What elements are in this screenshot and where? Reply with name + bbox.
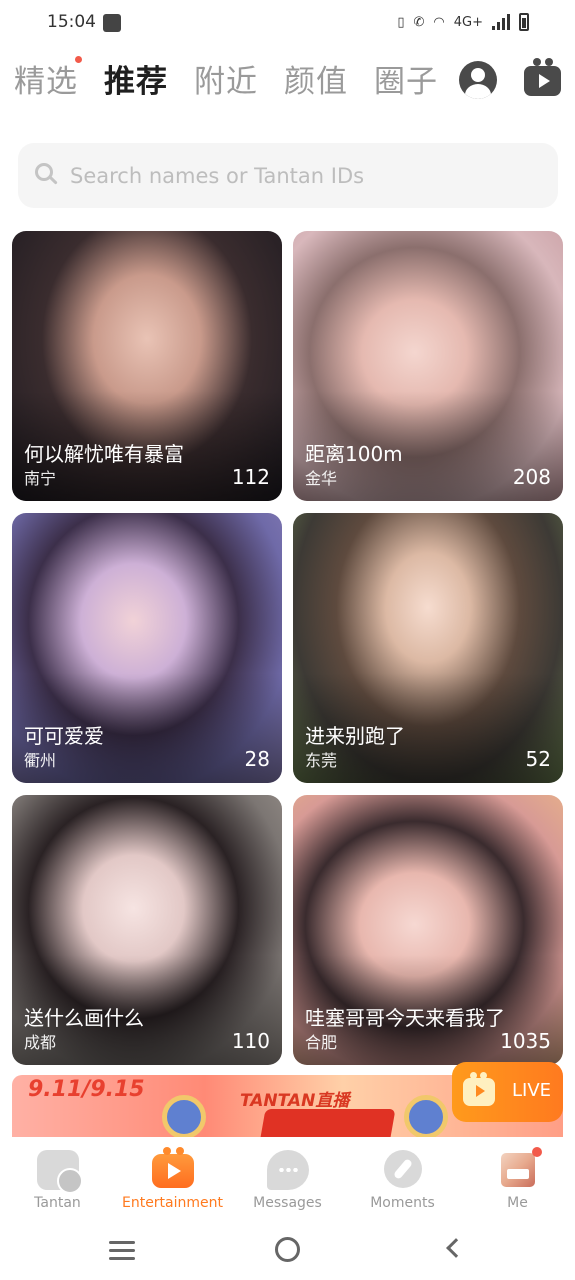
card-title: 进来别跑了 bbox=[305, 724, 405, 748]
card-viewer-count: 112 bbox=[231, 465, 270, 489]
live-card[interactable]: 何以解忧唯有暴富 南宁 112 bbox=[12, 231, 282, 501]
back-icon[interactable] bbox=[446, 1238, 466, 1258]
nav-me[interactable]: Me bbox=[460, 1137, 575, 1219]
card-title: 距离100m bbox=[305, 442, 403, 466]
banner-title-graphic bbox=[258, 1109, 396, 1137]
card-viewer-count: 110 bbox=[231, 1029, 270, 1053]
status-icons: ▯ ✆ ◠ 4G+ bbox=[397, 13, 529, 31]
me-notification-dot bbox=[532, 1147, 542, 1157]
card-viewer-count: 208 bbox=[512, 465, 551, 489]
card-viewer-count: 1035 bbox=[500, 1029, 551, 1053]
live-tv-icon bbox=[463, 1072, 495, 1106]
tab-featured-label: 精选 bbox=[14, 63, 78, 100]
card-viewer-count: 28 bbox=[244, 747, 270, 771]
search-icon bbox=[35, 163, 58, 185]
tab-recommended[interactable]: 推荐 bbox=[104, 56, 168, 101]
tab-looks[interactable]: 颜值 bbox=[284, 56, 348, 101]
tab-nearby-label: 附近 bbox=[194, 63, 258, 100]
banner-text: TANTAN直播 bbox=[240, 1091, 350, 1111]
battery-icon bbox=[519, 13, 529, 31]
messages-icon bbox=[267, 1150, 309, 1190]
nav-entertainment[interactable]: Entertainment bbox=[115, 1137, 230, 1219]
live-card[interactable]: 送什么画什么 成都 110 bbox=[12, 795, 282, 1065]
live-card[interactable]: 哇塞哥哥今天来看我了 合肥 1035 bbox=[293, 795, 563, 1065]
signal-icon bbox=[492, 14, 510, 30]
live-card[interactable]: 可可爱爱 衢州 28 bbox=[12, 513, 282, 783]
vibrate-icon: ▯ bbox=[397, 14, 405, 30]
card-title: 可可爱爱 bbox=[24, 724, 104, 748]
status-bar: 15:04 ▯ ✆ ◠ 4G+ bbox=[0, 0, 575, 48]
nav-messages[interactable]: Messages bbox=[230, 1137, 345, 1219]
speaker-icon bbox=[404, 1095, 448, 1137]
me-avatar-icon bbox=[501, 1153, 535, 1187]
nav-me-label: Me bbox=[507, 1195, 528, 1211]
tab-featured-dot bbox=[75, 55, 82, 63]
moments-icon bbox=[384, 1150, 422, 1188]
tab-nearby[interactable]: 附近 bbox=[194, 56, 258, 101]
home-icon[interactable] bbox=[275, 1237, 300, 1262]
card-title: 哇塞哥哥今天来看我了 bbox=[305, 1006, 505, 1030]
search-input[interactable] bbox=[70, 143, 540, 208]
call-wifi-icon: ✆ bbox=[413, 14, 425, 30]
card-title: 何以解忧唯有暴富 bbox=[24, 442, 184, 466]
banner-date: 9.11/9.15 bbox=[28, 1077, 145, 1102]
nav-entertainment-label: Entertainment bbox=[121, 1195, 224, 1211]
card-city: 南宁 bbox=[24, 469, 57, 488]
system-nav-bar bbox=[0, 1219, 575, 1280]
nav-messages-label: Messages bbox=[253, 1195, 322, 1211]
search-bar[interactable] bbox=[18, 143, 558, 208]
top-tabs: 精选 推荐 附近 颜值 圈子 bbox=[14, 55, 438, 101]
live-card[interactable]: 距离100m 金华 208 bbox=[293, 231, 563, 501]
card-city: 成都 bbox=[24, 1033, 57, 1052]
nav-moments-label: Moments bbox=[370, 1195, 435, 1211]
tab-circles[interactable]: 圈子 bbox=[374, 56, 438, 101]
tab-recommended-label: 推荐 bbox=[104, 63, 168, 100]
tab-circles-label: 圈子 bbox=[374, 63, 438, 100]
wifi-icon: ◠ bbox=[433, 14, 445, 30]
speaker-icon bbox=[162, 1095, 206, 1137]
status-time: 15:04 bbox=[47, 12, 96, 32]
card-city: 东莞 bbox=[305, 751, 338, 770]
nav-tantan-label: Tantan bbox=[34, 1195, 81, 1211]
notification-icon bbox=[103, 14, 121, 32]
entertainment-icon bbox=[152, 1147, 194, 1188]
card-viewer-count: 52 bbox=[525, 747, 551, 771]
bottom-nav: Tantan Entertainment Messages Moments Me bbox=[0, 1137, 575, 1219]
live-tv-icon[interactable] bbox=[524, 58, 562, 98]
profile-icon[interactable] bbox=[459, 61, 497, 99]
nav-moments[interactable]: Moments bbox=[345, 1137, 460, 1219]
card-city: 金华 bbox=[305, 469, 338, 488]
tantan-icon bbox=[37, 1150, 83, 1194]
live-button[interactable]: LIVE bbox=[452, 1062, 563, 1122]
tab-featured[interactable]: 精选 bbox=[14, 55, 82, 101]
card-city: 衢州 bbox=[24, 751, 57, 770]
network-label: 4G+ bbox=[453, 14, 483, 30]
card-city: 合肥 bbox=[305, 1033, 338, 1052]
recent-apps-icon[interactable] bbox=[109, 1241, 135, 1260]
tab-looks-label: 颜值 bbox=[284, 63, 348, 100]
live-card[interactable]: 进来别跑了 东莞 52 bbox=[293, 513, 563, 783]
live-label: LIVE bbox=[512, 1080, 552, 1101]
nav-tantan[interactable]: Tantan bbox=[0, 1137, 115, 1219]
card-title: 送什么画什么 bbox=[24, 1006, 144, 1030]
